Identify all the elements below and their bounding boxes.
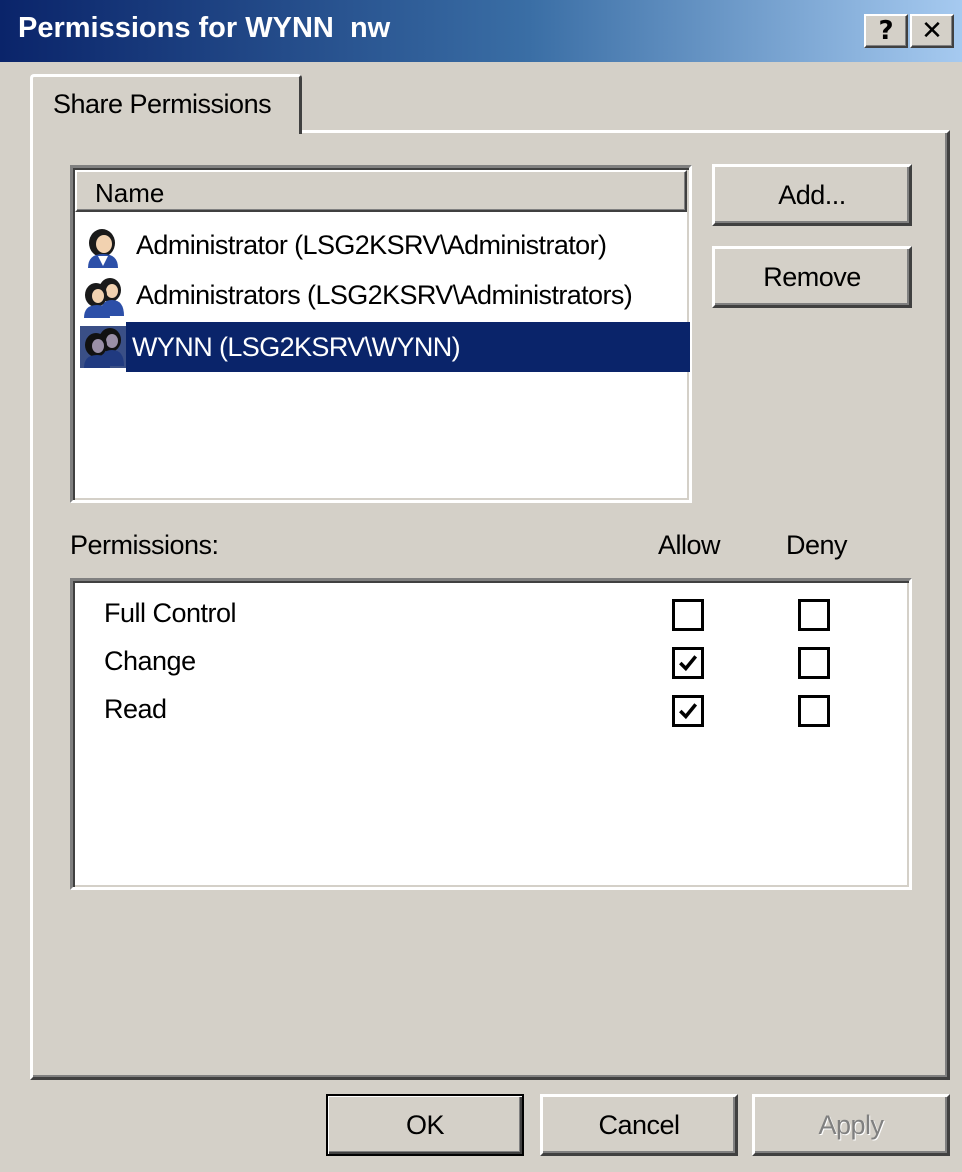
read-deny-checkbox[interactable] <box>798 695 830 727</box>
ok-button[interactable]: OK <box>326 1094 524 1156</box>
allow-column-header: Allow <box>658 530 721 560</box>
window-title: Permissions for WYNN nw <box>18 12 391 44</box>
user-icon <box>88 229 118 268</box>
checkmark-icon <box>679 703 698 720</box>
close-button[interactable]: ✕ <box>910 14 954 48</box>
tab-share-permissions[interactable]: Share Permissions <box>30 74 302 134</box>
deny-column-header: Deny <box>786 530 848 560</box>
title-bar[interactable]: Permissions for WYNN nw ? ✕ <box>0 0 962 62</box>
tab-label: Share Permissions <box>53 89 272 119</box>
close-icon: ✕ <box>921 16 943 46</box>
name-column-label: Name <box>95 178 165 208</box>
permission-name: Change <box>104 646 196 676</box>
list-item-label: Administrator (LSG2KSRV\Administrator) <box>136 230 607 260</box>
permission-name: Full Control <box>104 598 237 628</box>
list-item-selected[interactable]: WYNN (LSG2KSRV\WYNN) <box>80 322 690 372</box>
list-item-label: WYNN (LSG2KSRV\WYNN) <box>126 322 690 372</box>
group-icon <box>84 278 124 318</box>
checkmark-icon <box>679 655 698 672</box>
apply-button[interactable]: Apply <box>752 1094 950 1156</box>
change-deny-checkbox[interactable] <box>798 647 830 679</box>
help-icon: ? <box>878 16 894 46</box>
permission-name: Read <box>104 694 167 724</box>
list-item[interactable]: Administrator (LSG2KSRV\Administrator) <box>80 222 690 272</box>
help-button[interactable]: ? <box>864 14 908 48</box>
name-column-header[interactable]: Name <box>75 170 687 212</box>
list-item-label: Administrators (LSG2KSRV\Administrators) <box>136 280 633 310</box>
permissions-label: Permissions: <box>70 530 219 560</box>
read-allow-checkbox[interactable] <box>672 695 704 727</box>
add-button[interactable]: Add... <box>712 164 912 226</box>
list-item[interactable]: Administrators (LSG2KSRV\Administrators) <box>80 272 690 322</box>
change-allow-checkbox[interactable] <box>672 647 704 679</box>
cancel-button[interactable]: Cancel <box>540 1094 738 1156</box>
group-icon <box>80 326 126 368</box>
full-control-allow-checkbox[interactable] <box>672 599 704 631</box>
full-control-deny-checkbox[interactable] <box>798 599 830 631</box>
remove-button[interactable]: Remove <box>712 246 912 308</box>
